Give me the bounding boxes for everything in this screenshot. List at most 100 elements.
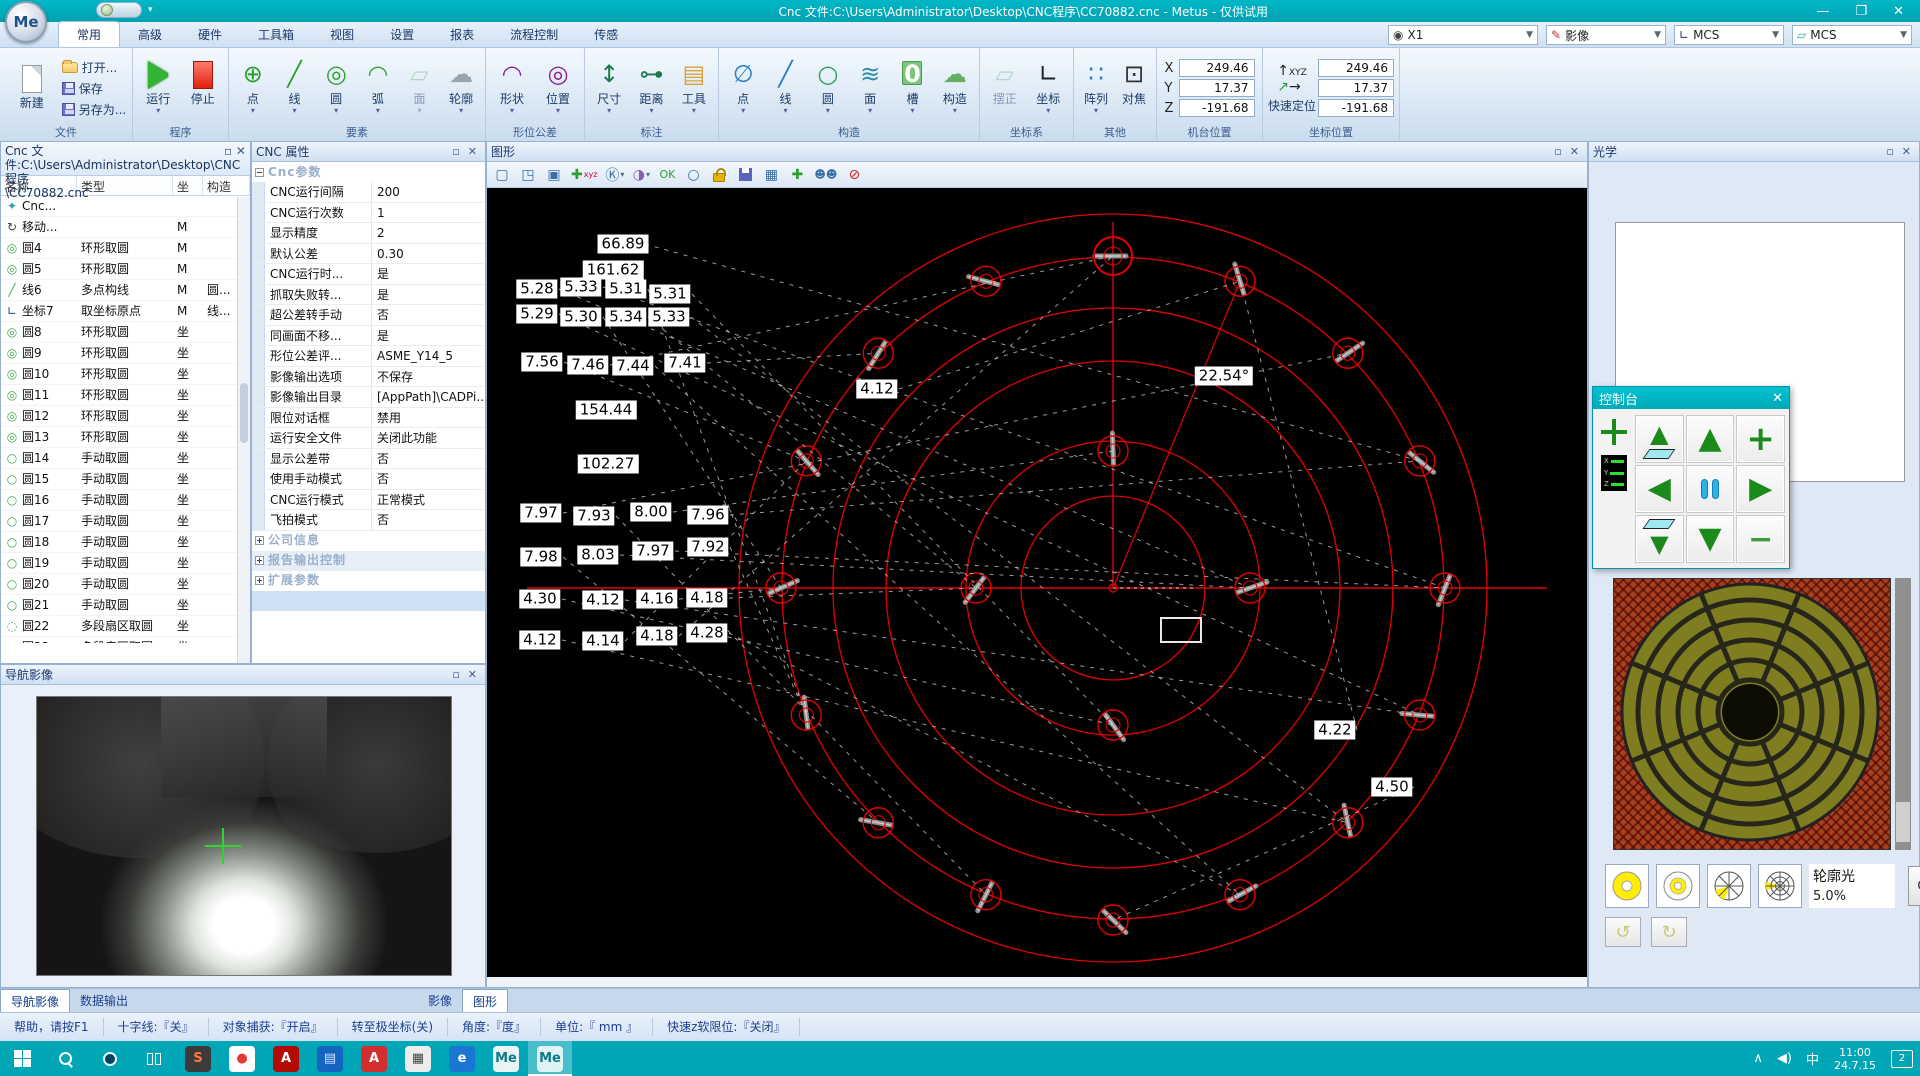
prop-row-11[interactable]: 限位对话框禁用 bbox=[252, 408, 485, 429]
panel-pin-icon[interactable]: ▫ bbox=[1882, 145, 1897, 158]
taskbar-app-red-dot[interactable]: ● bbox=[220, 1041, 264, 1076]
open-folder-button[interactable]: 打开... bbox=[62, 58, 117, 76]
distance-button[interactable]: ⊶距离▾ bbox=[631, 59, 671, 118]
prop-group-collapsed-2[interactable]: 扩展参数 bbox=[252, 571, 485, 591]
expand-plus-icon[interactable] bbox=[255, 536, 264, 545]
dropdown-arrow-icon[interactable]: ▾ bbox=[418, 108, 422, 116]
circle-button[interactable]: ◎圆▾ bbox=[316, 59, 356, 118]
camera-preview[interactable] bbox=[37, 697, 451, 975]
ribbon-tab-7[interactable]: 流程控制 bbox=[492, 22, 576, 47]
search-button[interactable] bbox=[44, 1041, 88, 1076]
light-off-button[interactable]: OFF bbox=[1908, 866, 1920, 906]
tree-row-圆16[interactable]: ○圆16手动取圆坐 bbox=[1, 490, 250, 511]
taskbar-app-photos[interactable]: S bbox=[176, 1041, 220, 1076]
construct-circle-button[interactable]: ○圆▾ bbox=[808, 59, 848, 118]
ribbon-tab-5[interactable]: 设置 bbox=[372, 22, 432, 47]
prop-row-4[interactable]: CNC运行时...是 bbox=[252, 264, 485, 285]
prop-row-16[interactable]: 飞拍模式否 bbox=[252, 510, 485, 531]
zoom-out-button[interactable]: − bbox=[1736, 515, 1785, 563]
dimension-button[interactable]: ↕尺寸▾ bbox=[589, 59, 629, 118]
part-cs-selector[interactable]: ▱MCS▼ bbox=[1792, 25, 1912, 45]
tree-row-圆19[interactable]: ○圆19手动取圆坐 bbox=[1, 553, 250, 574]
taskbar-app-calc[interactable]: ▦ bbox=[396, 1041, 440, 1076]
start-button[interactable] bbox=[0, 1041, 44, 1076]
prop-row-10[interactable]: 影像输出目录[AppPath]\CADPi... bbox=[252, 387, 485, 408]
stop-button[interactable]: 停止 bbox=[182, 59, 225, 118]
close-button[interactable]: ✕ bbox=[1893, 4, 1904, 19]
dropdown-arrow-icon[interactable]: ▾ bbox=[376, 108, 380, 116]
k-tool-icon[interactable]: Ⓚ▾ bbox=[602, 164, 627, 186]
chevron-down-icon[interactable]: ▼ bbox=[1654, 30, 1665, 40]
x-minus-button[interactable]: ◀ bbox=[1635, 465, 1684, 513]
dropdown-arrow-icon[interactable]: ▾ bbox=[868, 108, 872, 116]
rotate-ccw-icon[interactable]: ↺ bbox=[1605, 917, 1641, 947]
expand-plus-icon[interactable] bbox=[255, 576, 264, 585]
ribbon-tab-0[interactable]: 常用 bbox=[58, 21, 120, 47]
lock-icon[interactable] bbox=[707, 164, 731, 186]
dropdown-arrow-icon[interactable]: ▾ bbox=[607, 108, 611, 116]
tree-row-圆21[interactable]: ○圆21手动取圆坐 bbox=[1, 595, 250, 616]
camera-off-icon[interactable]: ⊘ bbox=[842, 164, 866, 186]
coordinate-button[interactable]: ∟坐标▾ bbox=[1028, 59, 1070, 118]
tree-row-圆11[interactable]: ◎圆11环形取圆坐 bbox=[1, 385, 250, 406]
pause-button[interactable] bbox=[1686, 465, 1735, 513]
quick-access-dropdown-icon[interactable]: ▾ bbox=[148, 5, 153, 15]
task-view-button[interactable] bbox=[132, 1041, 176, 1076]
probe-selector[interactable]: ◉X1▼ bbox=[1388, 25, 1538, 45]
optics-scrollbar[interactable] bbox=[1895, 578, 1911, 850]
x-plus-button[interactable]: ▶ bbox=[1736, 465, 1785, 513]
restore-button[interactable]: ❐ bbox=[1855, 4, 1867, 19]
tree-row-圆12[interactable]: ◎圆12环形取圆坐 bbox=[1, 406, 250, 427]
prop-row-5[interactable]: 抓取失败转...是 bbox=[252, 285, 485, 306]
app-logo[interactable]: Me bbox=[5, 1, 47, 43]
prop-row-12[interactable]: 运行安全文件关闭此功能 bbox=[252, 428, 485, 449]
input-method-indicator[interactable]: 中 bbox=[1799, 1041, 1826, 1076]
array-button[interactable]: ∷阵列▾ bbox=[1078, 59, 1114, 118]
prop-row-8[interactable]: 形位公差评...ASME_Y14_5 bbox=[252, 346, 485, 367]
multi-ring-sector-icon[interactable] bbox=[1758, 864, 1802, 908]
ribbon-tab-4[interactable]: 视图 bbox=[312, 22, 372, 47]
construct-line-button[interactable]: ╱线▾ bbox=[765, 59, 805, 118]
dropdown-arrow-icon[interactable]: ▾ bbox=[251, 108, 255, 116]
view-tab-图形[interactable]: 图形 bbox=[462, 989, 508, 1012]
zoom-in-button[interactable]: + bbox=[1736, 415, 1785, 463]
line-button[interactable]: ╱线▾ bbox=[275, 59, 315, 118]
tree-row-圆15[interactable]: ○圆15手动取圆坐 bbox=[1, 469, 250, 490]
dropdown-arrow-icon[interactable]: ▾ bbox=[692, 108, 696, 116]
prop-group-collapsed-1[interactable]: 报告输出控制 bbox=[252, 551, 485, 571]
prop-row-2[interactable]: 显示精度2 bbox=[252, 223, 485, 244]
console-close-icon[interactable]: ✕ bbox=[1772, 391, 1783, 406]
dropdown-arrow-icon[interactable]: ▾ bbox=[334, 108, 338, 116]
ribbon-tab-3[interactable]: 工具箱 bbox=[240, 22, 312, 47]
construct-point-button[interactable]: ∅点▾ bbox=[723, 59, 763, 118]
ribbon-tab-2[interactable]: 硬件 bbox=[180, 22, 240, 47]
fit-view-icon[interactable]: ◳ bbox=[516, 164, 540, 186]
panel-close-icon[interactable]: ✕ bbox=[464, 668, 481, 681]
construct-cloud-button[interactable]: ☁构造▾ bbox=[935, 59, 975, 118]
panel-pin-icon[interactable]: ▫ ✕ bbox=[224, 144, 246, 158]
ring-light-wheel[interactable] bbox=[1613, 578, 1891, 850]
prop-group-collapsed-0[interactable]: 公司信息 bbox=[252, 531, 485, 551]
tree-row-圆20[interactable]: ○圆20手动取圆坐 bbox=[1, 574, 250, 595]
point-button[interactable]: ⊕点▾ bbox=[233, 59, 273, 118]
sector-light-icon[interactable] bbox=[1707, 864, 1751, 908]
quick-position-button[interactable]: ↑XYZ↗→快速定位 bbox=[1268, 63, 1316, 114]
dropdown-arrow-icon[interactable]: ▾ bbox=[953, 108, 957, 116]
taskbar-app-files[interactable]: ▤ bbox=[308, 1041, 352, 1076]
machine-cs-selector[interactable]: ∟MCS▼ bbox=[1674, 25, 1784, 45]
cortana-button[interactable] bbox=[88, 1041, 132, 1076]
y-minus-button[interactable]: ▼ bbox=[1686, 515, 1735, 563]
tray-chevron-icon[interactable]: ∧ bbox=[1746, 1041, 1770, 1076]
ribbon-tab-8[interactable]: 传感 bbox=[576, 22, 636, 47]
ok-button[interactable]: OK bbox=[655, 164, 679, 186]
taskbar-app-metus-1[interactable]: Me bbox=[484, 1041, 528, 1076]
tree-row-圆5[interactable]: ◎圆5环形取圆M bbox=[1, 259, 250, 280]
measurement-canvas[interactable]: 66.89161.625.285.335.315.315.295.305.345… bbox=[487, 188, 1587, 977]
z-down-button[interactable]: ▼ bbox=[1635, 515, 1684, 563]
select-region-icon[interactable]: ▢ bbox=[490, 164, 514, 186]
ring-light-full-icon[interactable] bbox=[1605, 864, 1649, 908]
construct-plane-button[interactable]: ≋面▾ bbox=[850, 59, 890, 118]
panel-pin-icon[interactable]: ▫ bbox=[448, 145, 463, 158]
circle-tool-icon[interactable]: ○ bbox=[681, 164, 705, 186]
panel-close-icon[interactable]: ✕ bbox=[1566, 145, 1583, 158]
